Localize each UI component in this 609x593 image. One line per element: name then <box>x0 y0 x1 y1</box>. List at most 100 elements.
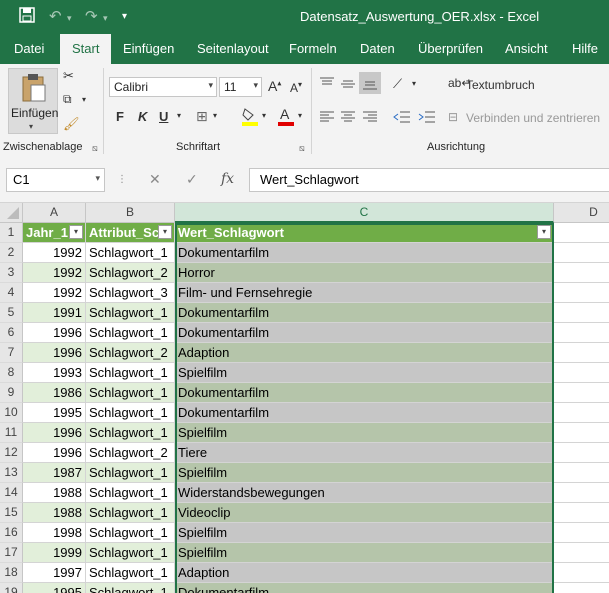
border-dropdown-icon[interactable]: ▾ <box>213 111 217 120</box>
select-all-corner[interactable] <box>0 203 23 223</box>
cell-d[interactable] <box>554 363 609 383</box>
row-header[interactable]: 5 <box>0 303 23 323</box>
underline-dropdown-icon[interactable]: ▾ <box>177 111 181 120</box>
increase-indent-icon[interactable] <box>418 109 436 128</box>
tab-einfuegen[interactable]: Einfügen <box>123 41 174 56</box>
cell-d[interactable] <box>554 503 609 523</box>
undo-dropdown-icon[interactable]: ▾ <box>67 13 72 24</box>
row-header[interactable]: 9 <box>0 383 23 403</box>
cell-wert[interactable]: Spielfilm <box>175 523 554 543</box>
align-bottom-icon[interactable] <box>359 72 381 94</box>
cell-d[interactable] <box>554 403 609 423</box>
cell-jahr[interactable]: 1992 <box>23 283 86 303</box>
row-header[interactable]: 19 <box>0 583 23 593</box>
cell-jahr[interactable]: 1995 <box>23 403 86 423</box>
align-middle-icon[interactable] <box>340 76 356 95</box>
cell-attribut[interactable]: Schlagwort_1 <box>86 323 175 343</box>
row-header[interactable]: 15 <box>0 503 23 523</box>
tab-seitenlayout[interactable]: Seitenlayout <box>197 41 269 56</box>
font-name-combo[interactable]: Calibri ▾ <box>109 77 217 97</box>
cell-wert[interactable]: Adaption <box>175 343 554 363</box>
copy-dropdown-icon[interactable]: ▾ <box>82 95 86 104</box>
cell-attribut[interactable]: Schlagwort_1 <box>86 363 175 383</box>
cell-d[interactable] <box>554 423 609 443</box>
cell-d[interactable] <box>554 323 609 343</box>
row-header[interactable]: 13 <box>0 463 23 483</box>
align-top-icon[interactable] <box>319 76 335 95</box>
row-header[interactable]: 11 <box>0 423 23 443</box>
cell-jahr[interactable]: 1987 <box>23 463 86 483</box>
decrease-font-icon[interactable]: A▾ <box>290 80 302 95</box>
cell-wert[interactable]: Tiere <box>175 443 554 463</box>
row-header[interactable]: 4 <box>0 283 23 303</box>
cell-jahr[interactable]: 1996 <box>23 423 86 443</box>
header-cell-wert[interactable]: Wert_Schlagwort ▾ <box>175 223 554 243</box>
row-header[interactable]: 3 <box>0 263 23 283</box>
cell-wert[interactable]: Spielfilm <box>175 363 554 383</box>
save-icon[interactable] <box>19 7 35 27</box>
enter-icon[interactable]: ✓ <box>186 171 198 188</box>
cell-attribut[interactable]: Schlagwort_1 <box>86 303 175 323</box>
column-header-c[interactable]: C <box>175 203 554 223</box>
row-header[interactable]: 8 <box>0 363 23 383</box>
cut-icon[interactable]: ✂ <box>63 68 74 84</box>
cell-attribut[interactable]: Schlagwort_1 <box>86 583 175 593</box>
cell-attribut[interactable]: Schlagwort_1 <box>86 463 175 483</box>
align-left-icon[interactable] <box>319 109 335 128</box>
cell-wert[interactable]: Spielfilm <box>175 423 554 443</box>
cell-d[interactable] <box>554 443 609 463</box>
undo-icon[interactable]: ↶ <box>49 7 62 25</box>
row-header[interactable]: 16 <box>0 523 23 543</box>
row-header[interactable]: 2 <box>0 243 23 263</box>
tab-formeln[interactable]: Formeln <box>289 41 337 56</box>
cell-d[interactable] <box>554 243 609 263</box>
cancel-icon[interactable]: ✕ <box>149 171 161 188</box>
tab-start[interactable]: Start <box>60 34 112 64</box>
cell-attribut[interactable]: Schlagwort_2 <box>86 343 175 363</box>
orientation-dropdown-icon[interactable]: ▾ <box>412 79 416 88</box>
tab-ueberpruefen[interactable]: Überprüfen <box>418 41 483 56</box>
tab-datei[interactable]: Datei <box>14 41 44 56</box>
cell-jahr[interactable]: 1991 <box>23 303 86 323</box>
cell-d[interactable] <box>554 343 609 363</box>
cell-d[interactable] <box>554 383 609 403</box>
cell-d[interactable] <box>554 483 609 503</box>
wrap-text-button[interactable]: Textumbruch <box>466 78 535 92</box>
underline-button[interactable]: U <box>159 109 168 124</box>
cell-d[interactable] <box>554 463 609 483</box>
cell-wert[interactable]: Dokumentarfilm <box>175 583 554 593</box>
cell-attribut[interactable]: Schlagwort_1 <box>86 483 175 503</box>
cell-attribut[interactable]: Schlagwort_1 <box>86 403 175 423</box>
cell-wert[interactable]: Spielfilm <box>175 543 554 563</box>
font-color-dropdown-icon[interactable]: ▾ <box>298 111 302 120</box>
cell-attribut[interactable]: Schlagwort_2 <box>86 443 175 463</box>
cell-d[interactable] <box>554 543 609 563</box>
customize-qat-icon[interactable]: ▾ <box>122 11 127 22</box>
row-header[interactable]: 10 <box>0 403 23 423</box>
redo-icon[interactable]: ↷ <box>85 7 98 25</box>
align-right-icon[interactable] <box>362 109 378 128</box>
tab-ansicht[interactable]: Ansicht <box>505 41 548 56</box>
cell-attribut[interactable]: Schlagwort_1 <box>86 383 175 403</box>
row-header[interactable]: 1 <box>0 223 23 243</box>
cell-d[interactable] <box>554 263 609 283</box>
cell-jahr[interactable]: 1999 <box>23 543 86 563</box>
cell-attribut[interactable]: Schlagwort_1 <box>86 563 175 583</box>
cell-jahr[interactable]: 1986 <box>23 383 86 403</box>
cell-d[interactable] <box>554 223 609 243</box>
cell-wert[interactable]: Spielfilm <box>175 463 554 483</box>
cell-jahr[interactable]: 1988 <box>23 483 86 503</box>
cell-d[interactable] <box>554 583 609 593</box>
filter-dropdown-icon[interactable]: ▾ <box>537 225 551 239</box>
bold-button[interactable]: F <box>116 109 124 124</box>
cell-jahr[interactable]: 1993 <box>23 363 86 383</box>
row-header[interactable]: 14 <box>0 483 23 503</box>
clipboard-launcher-icon[interactable]: ⧅ <box>92 143 98 154</box>
merge-center-button[interactable]: Verbinden und zentrieren <box>466 111 600 125</box>
cell-wert[interactable]: Dokumentarfilm <box>175 243 554 263</box>
cell-attribut[interactable]: Schlagwort_1 <box>86 243 175 263</box>
cell-jahr[interactable]: 1995 <box>23 583 86 593</box>
column-header-a[interactable]: A <box>23 203 86 223</box>
cell-jahr[interactable]: 1996 <box>23 443 86 463</box>
cell-attribut[interactable]: Schlagwort_1 <box>86 543 175 563</box>
